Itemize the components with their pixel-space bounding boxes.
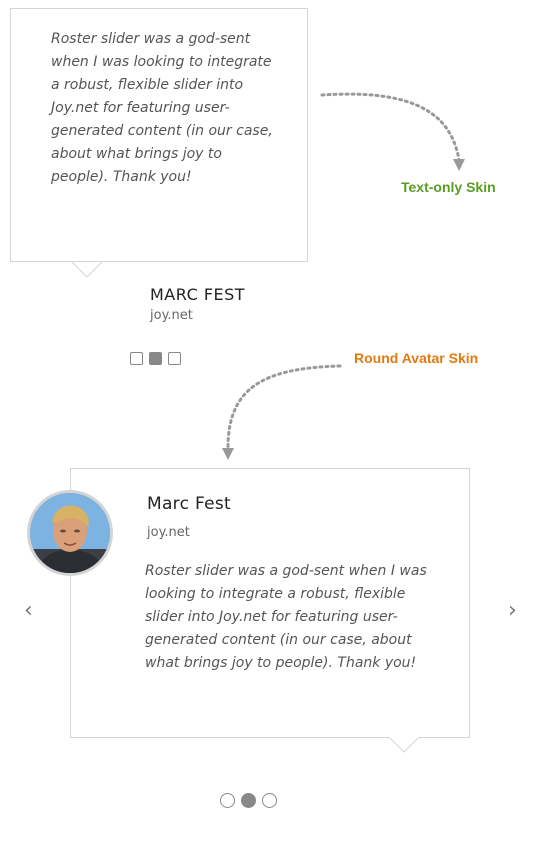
round-avatar-skin-label: Round Avatar Skin bbox=[354, 350, 479, 366]
testimonial-quote: Roster slider was a god-sent when I was … bbox=[51, 31, 273, 185]
pager-dot-2-active[interactable] bbox=[241, 793, 256, 808]
arrow-to-round-avatar-card bbox=[226, 364, 342, 450]
text-only-testimonial-card: Roster slider was a god-sent when I was … bbox=[10, 8, 308, 262]
speech-bubble-tail bbox=[389, 737, 419, 753]
pager-dot-1[interactable] bbox=[130, 352, 143, 365]
testimonial-quote: Roster slider was a god-sent when I was … bbox=[145, 563, 427, 671]
author-site: joy.net bbox=[150, 308, 193, 323]
pager-dot-3[interactable] bbox=[168, 352, 181, 365]
pager-dot-1[interactable] bbox=[220, 793, 235, 808]
avatar-photo-icon bbox=[30, 493, 110, 573]
previous-slide-button[interactable]: ‹ bbox=[24, 598, 33, 623]
circle-pager bbox=[220, 793, 277, 808]
pager-dot-2-active[interactable] bbox=[149, 352, 162, 365]
author-avatar bbox=[30, 493, 110, 573]
arrow-to-text-only-label bbox=[320, 92, 461, 162]
pager-dot-3[interactable] bbox=[262, 793, 277, 808]
text-only-skin-label: Text-only Skin bbox=[401, 179, 496, 195]
speech-bubble-tail bbox=[72, 262, 102, 278]
square-pager bbox=[130, 352, 181, 365]
author-site: joy.net bbox=[147, 525, 190, 540]
author-name: Marc Fest bbox=[147, 494, 231, 514]
author-name: MARC FEST bbox=[150, 285, 246, 304]
next-slide-button[interactable]: › bbox=[508, 598, 517, 623]
